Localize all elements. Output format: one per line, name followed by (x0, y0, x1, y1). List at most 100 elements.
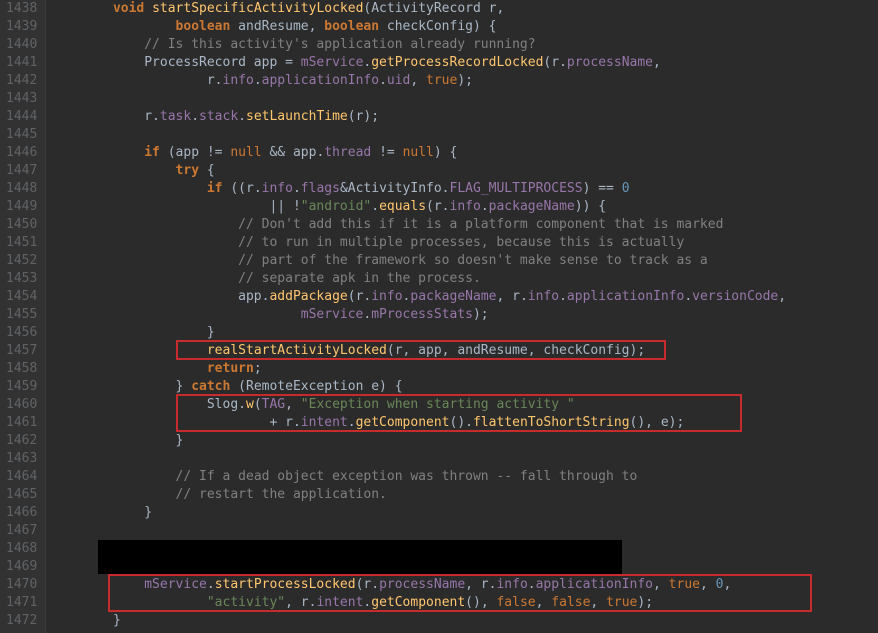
token-var: task (160, 109, 191, 124)
token-var: info (371, 289, 402, 304)
line-number: 1452 (6, 252, 37, 270)
token-punc: (app != (160, 145, 230, 160)
code-line[interactable]: // Don't add this if it is a platform co… (50, 216, 878, 234)
code-line[interactable]: // restart the application. (50, 486, 878, 504)
token-cmt: // separate apk in the process. (238, 271, 481, 286)
code-line[interactable]: ProcessRecord app = mService.getProcessR… (50, 54, 878, 72)
line-number: 1439 (6, 18, 37, 36)
code-line[interactable] (50, 540, 878, 558)
token-var: info (450, 199, 481, 214)
token-punc: != (371, 145, 402, 160)
code-line[interactable] (50, 90, 878, 108)
code-line[interactable]: r.info.applicationInfo.uid, true); (50, 72, 878, 90)
token-kw2: false (551, 595, 590, 610)
code-line[interactable]: if (app != null && app.thread != null) { (50, 144, 878, 162)
code-line[interactable]: // Is this activity's application alread… (50, 36, 878, 54)
token-punc: , (285, 397, 301, 412)
token-cmt: // If a dead object exception was thrown… (176, 469, 638, 484)
token-punc: . (207, 577, 215, 592)
token-punc: ; (254, 361, 262, 376)
code-line[interactable]: return; (50, 360, 878, 378)
token-punc: , (536, 595, 552, 610)
code-line[interactable]: } (50, 504, 878, 522)
code-line[interactable]: || !"android".equals(r.info.packageName)… (50, 198, 878, 216)
token-punc: (r. (426, 199, 449, 214)
token-punc: , r. (285, 595, 316, 610)
code-line[interactable]: } (50, 432, 878, 450)
token-punc: && app. (262, 145, 325, 160)
code-line[interactable]: try { (50, 162, 878, 180)
token-id: r. (144, 109, 160, 124)
token-kw: catch (191, 379, 230, 394)
line-number: 1468 (6, 540, 37, 558)
token-punc: } (176, 379, 192, 394)
code-line[interactable]: mService.mProcessStats); (50, 306, 878, 324)
token-cmt: // Don't add this if it is a platform co… (238, 217, 723, 232)
token-punc: || ! (269, 199, 300, 214)
token-punc: } (113, 613, 121, 628)
line-number: 1453 (6, 270, 37, 288)
code-line[interactable]: Slog.w(TAG, "Exception when starting act… (50, 396, 878, 414)
token-punc: . (371, 199, 379, 214)
line-number: 1447 (6, 162, 37, 180)
token-kw: void (113, 1, 144, 16)
token-kw: try (176, 163, 199, 178)
token-punc: ); (473, 307, 489, 322)
code-line[interactable]: mService.startProcessLocked(r.processNam… (50, 576, 878, 594)
code-line[interactable]: + r.intent.getComponent().flattenToShort… (50, 414, 878, 432)
line-number: 1465 (6, 486, 37, 504)
code-line[interactable]: // to run in multiple processes, because… (50, 234, 878, 252)
code-line[interactable]: void startSpecificActivityLocked(Activit… (50, 0, 878, 18)
token-punc: , (653, 55, 661, 70)
line-number: 1463 (6, 450, 37, 468)
token-punc: . (379, 73, 387, 88)
token-punc: { (199, 163, 215, 178)
code-line[interactable]: // separate apk in the process. (50, 270, 878, 288)
token-punc: (). (450, 415, 473, 430)
line-number: 1462 (6, 432, 37, 450)
token-var: mService (301, 307, 364, 322)
token-var: flags (301, 181, 340, 196)
code-area[interactable]: void startSpecificActivityLocked(Activit… (46, 0, 878, 633)
token-var: packageName (489, 199, 575, 214)
code-line[interactable]: if ((r.info.flags&ActivityInfo.FLAG_MULT… (50, 180, 878, 198)
line-number: 1459 (6, 378, 37, 396)
token-id: Slog. (207, 397, 246, 412)
token-mtd: equals (379, 199, 426, 214)
token-punc: . (254, 73, 262, 88)
token-id (144, 1, 152, 16)
code-line[interactable]: boolean andResume, boolean checkConfig) … (50, 18, 878, 36)
code-line[interactable]: } (50, 324, 878, 342)
code-line[interactable]: } (50, 612, 878, 630)
code-line[interactable]: r.task.stack.setLaunchTime(r); (50, 108, 878, 126)
code-line[interactable]: // If a dead object exception was thrown… (50, 468, 878, 486)
token-str: "Exception when starting activity " (301, 397, 575, 412)
code-line[interactable]: // part of the framework so doesn't make… (50, 252, 878, 270)
token-punc: . (528, 577, 536, 592)
token-var: info (262, 181, 293, 196)
token-cmt: // Is this activity's application alread… (144, 37, 535, 52)
code-line[interactable]: } catch (RemoteException e) { (50, 378, 878, 396)
line-number: 1461 (6, 414, 37, 432)
code-line[interactable] (50, 450, 878, 468)
line-number: 1456 (6, 324, 37, 342)
code-line[interactable]: "activity", r.intent.getComponent(), fal… (50, 594, 878, 612)
code-editor[interactable]: 1438143914401441144214431444144514461447… (0, 0, 878, 633)
code-line[interactable]: app.addPackage(r.info.packageName, r.inf… (50, 288, 878, 306)
token-var: info (223, 73, 254, 88)
token-punc: ) == (583, 181, 622, 196)
token-punc: ); (457, 73, 473, 88)
token-var: applicationInfo (536, 577, 653, 592)
token-kw2: true (606, 595, 637, 610)
token-punc: , (410, 73, 426, 88)
token-punc: } (176, 433, 184, 448)
code-line[interactable]: realStartActivityLocked(r, app, andResum… (50, 342, 878, 360)
token-punc: } (207, 325, 215, 340)
line-number: 1454 (6, 288, 37, 306)
code-line[interactable] (50, 126, 878, 144)
code-line[interactable] (50, 522, 878, 540)
token-punc: . (191, 109, 199, 124)
token-mtd: getProcessRecordLocked (371, 55, 543, 70)
code-line[interactable] (50, 558, 878, 576)
token-punc: ((r. (223, 181, 262, 196)
